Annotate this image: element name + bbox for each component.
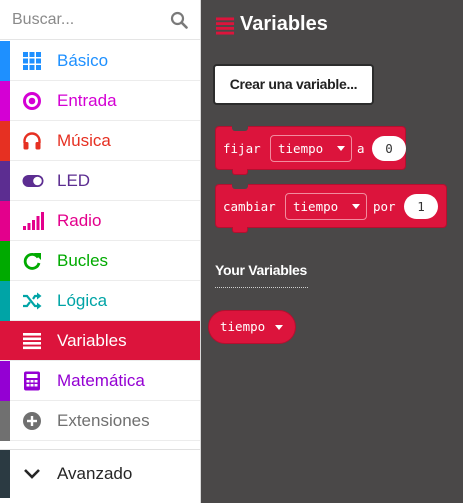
dropdown-arrow-icon [337, 146, 345, 151]
category-color-bar [0, 241, 10, 281]
category-color-bar [0, 201, 10, 241]
dropdown-arrow-icon [275, 325, 283, 330]
list-lines-icon [23, 333, 41, 350]
block-connector: a [357, 141, 365, 156]
category-color-bar [0, 401, 10, 441]
category-radio[interactable]: Radio [0, 201, 200, 241]
category-label: Entrada [57, 91, 117, 110]
category-color-bar [0, 41, 10, 81]
advanced-toggle[interactable]: Avanzado [0, 449, 200, 498]
category-logica[interactable]: Lógica [0, 281, 200, 321]
advanced-label: Avanzado [57, 464, 133, 483]
category-color-bar [0, 121, 10, 161]
category-label: Básico [57, 51, 109, 70]
category-label: LED [57, 171, 91, 190]
calculator-icon [24, 371, 40, 391]
chevron-down-icon [24, 469, 40, 479]
category-led[interactable]: LED [0, 161, 200, 201]
shuffle-icon [23, 292, 42, 310]
target-icon [23, 92, 41, 110]
set-variable-block[interactable]: fijar tiempo a 0 [215, 126, 406, 175]
dropdown-arrow-icon [352, 204, 360, 209]
your-variables-heading: Your Variables [215, 262, 308, 278]
change-variable-block[interactable]: cambiar tiempo por 1 [215, 184, 447, 233]
refresh-icon [23, 253, 41, 270]
category-label: Radio [57, 211, 102, 230]
category-color-bar [0, 161, 10, 201]
search-box [0, 0, 200, 40]
category-color-bar [0, 81, 10, 121]
headphones-icon [23, 132, 41, 150]
flyout-title: Variables [240, 13, 328, 35]
variable-dropdown[interactable]: tiempo [270, 135, 352, 162]
dropdown-value: tiempo [278, 141, 324, 156]
category-color-bar [0, 361, 10, 401]
number-input[interactable]: 1 [404, 194, 438, 219]
create-variable-button[interactable]: Crear una variable... [213, 64, 374, 105]
category-matematica[interactable]: Matemática [0, 361, 200, 401]
toggle-icon [22, 175, 44, 187]
variable-dropdown[interactable]: tiempo [285, 193, 367, 220]
category-label: Matemática [57, 371, 145, 390]
category-bucles[interactable]: Bucles [0, 241, 200, 281]
signal-bars-icon [23, 212, 44, 230]
grid-icon [23, 52, 41, 70]
search-icon[interactable] [170, 11, 188, 29]
category-label: Música [57, 131, 111, 150]
category-color-bar [0, 281, 10, 321]
category-extensiones[interactable]: Extensiones [0, 401, 200, 441]
category-label: Bucles [57, 251, 109, 270]
search-input[interactable] [12, 6, 162, 34]
block-connector: por [373, 199, 396, 214]
block-verb: fijar [223, 141, 261, 156]
dropdown-value: tiempo [293, 199, 339, 214]
variable-name: tiempo [220, 319, 266, 334]
number-input[interactable]: 0 [372, 136, 406, 161]
category-musica[interactable]: Música [0, 121, 200, 161]
category-entrada[interactable]: Entrada [0, 81, 200, 121]
variable-reporter-block[interactable]: tiempo [208, 310, 296, 344]
category-label: Lógica [57, 291, 108, 310]
plus-circle-icon [23, 412, 41, 430]
category-label: Extensiones [57, 411, 150, 430]
block-verb: cambiar [223, 199, 276, 214]
list-lines-icon [216, 17, 235, 35]
divider [215, 287, 308, 288]
category-variables[interactable]: Variables [0, 321, 200, 361]
category-label: Variables [57, 331, 127, 350]
toolbox: Básico Entrada Música LED [0, 0, 201, 503]
category-color-bar [0, 450, 10, 498]
category-basico[interactable]: Básico [0, 41, 200, 81]
